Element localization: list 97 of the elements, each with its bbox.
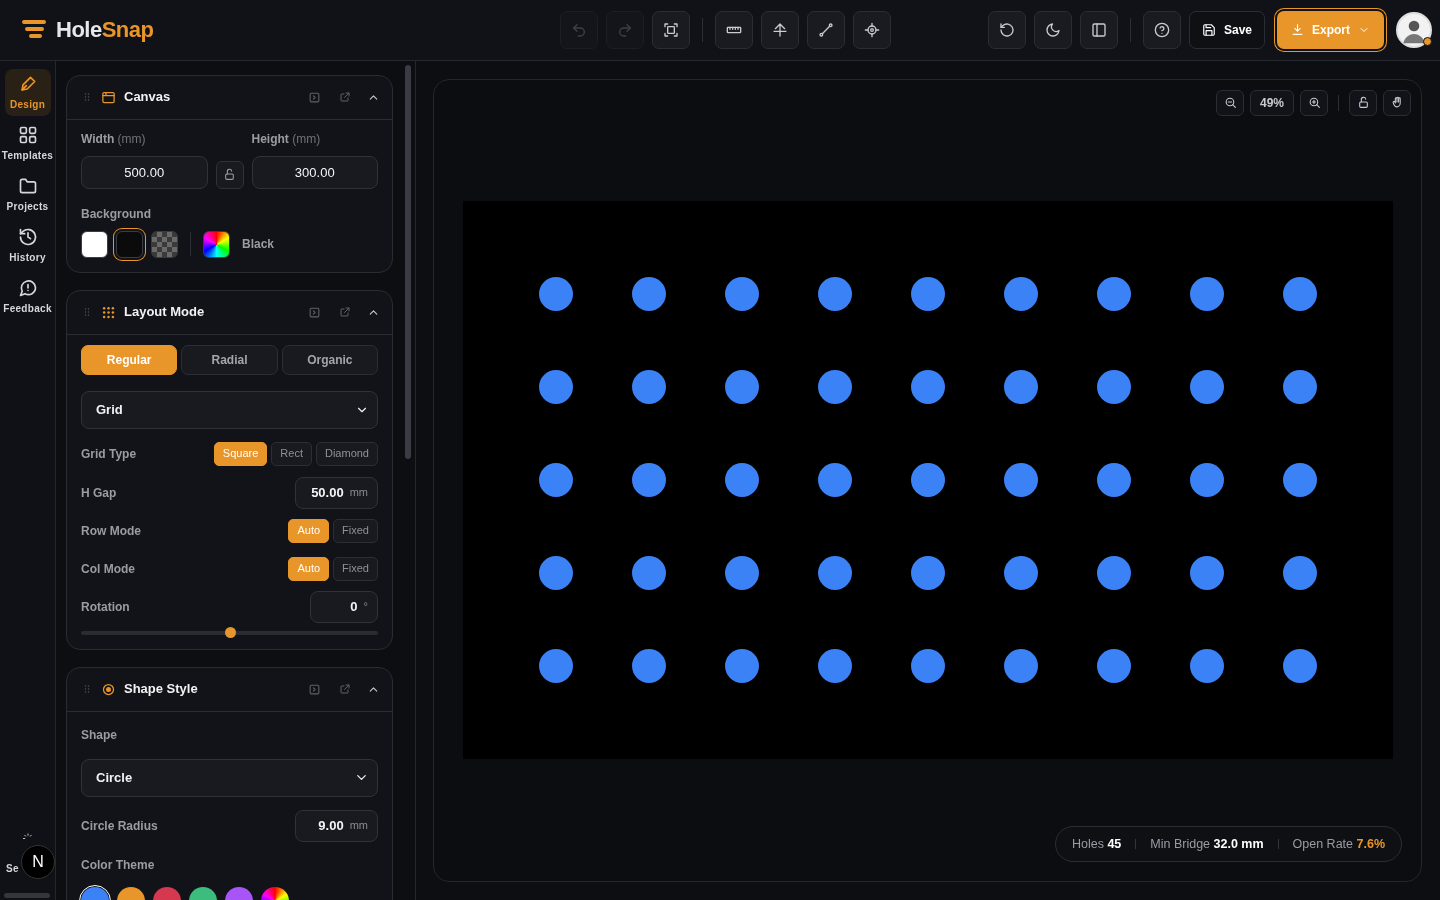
field-label: Background <box>81 205 152 223</box>
field-label: Color Theme <box>81 856 156 874</box>
crosshair-icon <box>864 21 880 38</box>
number-input[interactable]: 0 <box>334 596 358 617</box>
dev-badge[interactable]: N <box>21 845 55 879</box>
field-label: Shape <box>81 726 118 744</box>
pan-button[interactable] <box>1383 89 1411 116</box>
zoom-in-button[interactable] <box>1300 89 1328 116</box>
field-label: H Gap <box>81 484 117 502</box>
ruler-button[interactable] <box>715 10 753 49</box>
field-label: Width (mm) <box>81 130 147 148</box>
undo-icon <box>571 21 587 38</box>
fit-screen-icon <box>663 21 679 38</box>
dock-icon[interactable] <box>308 90 321 104</box>
nav-item[interactable]: Templates <box>4 119 51 167</box>
window-icon <box>101 89 116 105</box>
color-swatch[interactable] <box>151 230 178 258</box>
number-input[interactable]: 9.00 <box>296 815 344 836</box>
color-swatch[interactable] <box>81 230 108 258</box>
redo-icon <box>617 21 633 38</box>
fit-screen-button[interactable] <box>652 10 690 49</box>
stat-text: Min Bridge 32.0 mm <box>1150 835 1264 853</box>
zoom-in-icon <box>1307 96 1321 110</box>
moon-icon <box>1044 21 1061 38</box>
color-name: Black <box>242 236 275 254</box>
slider-thumb[interactable] <box>224 626 236 638</box>
lock-button[interactable] <box>1349 89 1377 116</box>
pop-out-icon[interactable] <box>339 683 351 696</box>
lock-button[interactable] <box>215 160 244 189</box>
save-button[interactable]: Save <box>1188 10 1265 49</box>
moon-button[interactable] <box>1033 10 1072 49</box>
hand-icon <box>1390 96 1404 110</box>
line-measure-button[interactable] <box>807 10 845 49</box>
field-label: Col Mode <box>81 560 135 578</box>
stat-text: Open Rate 7.6% <box>1292 835 1385 853</box>
slider-track[interactable] <box>81 630 378 635</box>
grid-icon <box>17 124 38 145</box>
field-label: Grid Type <box>81 445 137 463</box>
stat-text: Holes 45 <box>1071 835 1122 853</box>
pop-out-icon[interactable] <box>339 306 351 319</box>
history-icon <box>17 226 38 247</box>
dock-icon[interactable] <box>308 305 321 319</box>
scrollbar[interactable] <box>4 893 50 898</box>
number-input[interactable]: 300.00 <box>251 155 378 189</box>
unlocked-lock-icon <box>1356 96 1370 110</box>
color-picker-swatch[interactable] <box>203 230 230 258</box>
color-swatch[interactable] <box>116 230 143 258</box>
segment-option[interactable]: Rect <box>271 441 312 466</box>
number-field[interactable]: 9.00 mm <box>295 809 378 842</box>
unlocked-lock-icon <box>223 168 236 182</box>
sidebar-toggle-icon <box>1090 21 1107 38</box>
nav-item[interactable]: Feedback <box>4 272 51 320</box>
scrollbar[interactable] <box>405 64 411 459</box>
panel-title: Shape Style <box>124 680 198 699</box>
logo-text: HoleSnap <box>56 16 154 45</box>
zoom-out-button[interactable] <box>1216 89 1244 116</box>
target-icon <box>101 681 116 697</box>
field-label: Row Mode <box>81 522 141 540</box>
field-label: Rotation <box>81 598 130 616</box>
shape-dropdown[interactable]: Circle <box>81 758 378 797</box>
help-button[interactable] <box>1142 10 1181 49</box>
field-label: Circle Radius <box>81 817 158 835</box>
pop-out-icon[interactable] <box>339 91 351 104</box>
dot-grid-icon <box>101 304 116 320</box>
segment-option[interactable]: Diamond <box>315 441 378 466</box>
reset-button[interactable] <box>987 10 1026 49</box>
reset-icon <box>998 21 1015 38</box>
nav-item[interactable]: Design <box>4 68 51 116</box>
dock-icon[interactable] <box>308 682 321 696</box>
help-icon <box>1153 21 1170 38</box>
unit-label: ° <box>363 599 368 615</box>
nav-item[interactable]: History <box>4 221 51 269</box>
arrows-button[interactable] <box>761 10 799 49</box>
unit-label: mm <box>349 485 368 501</box>
pattern-dropdown[interactable]: Grid <box>81 390 378 429</box>
panel-title: Layout Mode <box>124 303 205 322</box>
zoom-out-icon <box>1223 96 1237 110</box>
number-input[interactable]: 500.00 <box>81 155 208 189</box>
avatar[interactable] <box>1396 11 1432 48</box>
sidebar-toggle-button[interactable] <box>1079 10 1118 49</box>
crosshair-button[interactable] <box>853 10 891 49</box>
speech-bubble-icon <box>17 277 38 298</box>
number-field[interactable]: 0 ° <box>310 590 378 623</box>
segment-option[interactable]: Fixed <box>333 518 378 543</box>
zoom-level: 49% <box>1250 89 1294 116</box>
arrows-icon <box>772 21 788 38</box>
number-field[interactable]: 50.00 mm <box>295 476 378 509</box>
segment-option[interactable]: Fixed <box>333 556 378 581</box>
nav-item[interactable]: Se <box>6 861 19 876</box>
mode-tab[interactable]: Organic <box>281 344 378 375</box>
unit-label: mm <box>349 818 368 834</box>
field-label: Height (mm) <box>251 130 322 148</box>
download-icon <box>1291 23 1304 37</box>
nav-item[interactable]: Projects <box>4 170 51 218</box>
mode-tab[interactable]: Radial <box>181 344 278 375</box>
panel-title: Canvas <box>124 88 171 107</box>
line-measure-icon <box>818 21 834 38</box>
